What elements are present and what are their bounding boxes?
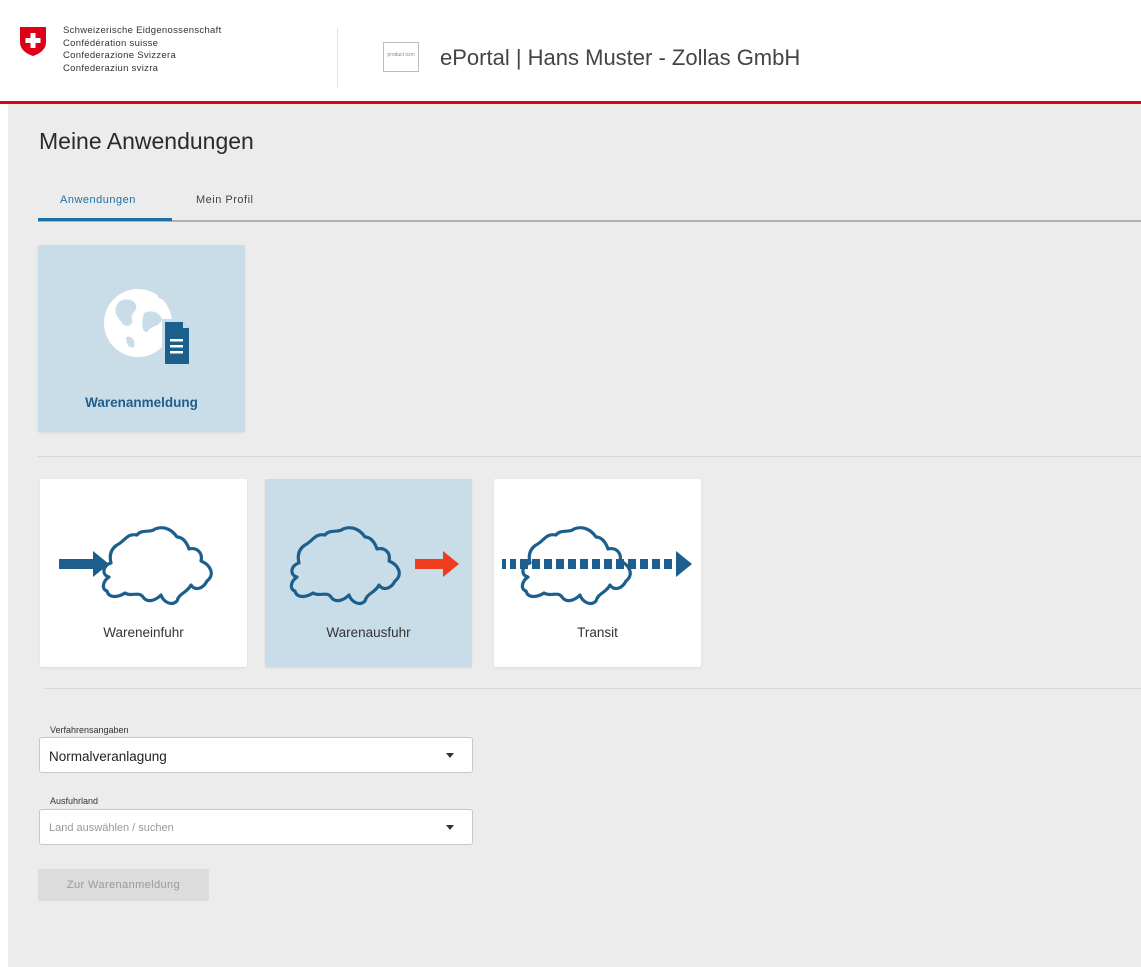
submit-warenanmeldung-button[interactable]: Zur Warenanmeldung — [38, 869, 209, 901]
portal-title: ePortal | Hans Muster - Zollas GmbH — [440, 45, 801, 70]
swiss-coat-of-arms-icon — [20, 27, 46, 56]
application-card-warenanmeldung[interactable]: Warenanmeldung — [38, 245, 245, 432]
active-tab-indicator — [38, 218, 172, 221]
confederation-wordmark: Schweizerische Eidgenossenschaft Confédé… — [63, 25, 222, 75]
confederation-line: Schweizerische Eidgenossenschaft — [63, 25, 222, 36]
confederation-line: Confederaziun svizra — [63, 62, 159, 74]
product-logo-icon: product icon — [383, 42, 419, 72]
tab-bar: Anwendungen Mein Profil — [38, 184, 1141, 222]
chevron-down-icon — [446, 753, 454, 758]
section-divider — [38, 456, 1141, 457]
confederation-line: Confederazione Svizzera — [63, 50, 177, 61]
switzerland-export-icon — [289, 526, 459, 606]
procedure-card-label: Warenausfuhr — [326, 625, 411, 640]
globe-document-icon — [104, 289, 190, 367]
switzerland-transit-icon — [502, 526, 692, 606]
app-header: Schweizerische Eidgenossenschaft Confédé… — [0, 0, 1141, 104]
tab-anwendungen[interactable]: Anwendungen — [60, 194, 136, 206]
procedure-select-value: Normalveranlagung — [49, 749, 167, 764]
section-divider — [45, 688, 1141, 689]
country-field-label: Ausfuhrland — [50, 796, 99, 806]
chevron-down-icon — [446, 825, 454, 830]
header-divider — [337, 28, 338, 88]
procedure-card-label: Wareneinfuhr — [103, 625, 184, 640]
procedure-card-transit[interactable]: Transit — [494, 479, 701, 667]
confederation-line: Confédération suisse — [63, 37, 159, 49]
switzerland-import-icon — [59, 526, 213, 606]
procedure-card-label: Transit — [577, 625, 618, 640]
procedure-select[interactable]: Normalveranlagung — [39, 737, 473, 773]
procedure-card-warenausfuhr[interactable]: Warenausfuhr — [265, 479, 472, 667]
application-card-label: Warenanmeldung — [85, 395, 198, 410]
country-select[interactable]: Land auswählen / suchen — [39, 809, 473, 845]
procedure-field-label: Verfahrensangaben — [50, 725, 129, 735]
tab-mein-profil[interactable]: Mein Profil — [196, 194, 253, 206]
page-title: Meine Anwendungen — [39, 128, 254, 154]
country-select-placeholder: Land auswählen / suchen — [49, 822, 174, 834]
procedure-card-wareneinfuhr[interactable]: Wareneinfuhr — [40, 479, 247, 667]
